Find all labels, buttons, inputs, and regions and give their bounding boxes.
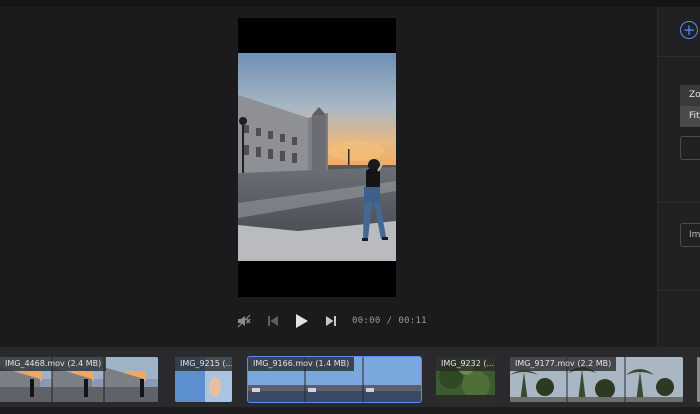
sidebar-divider bbox=[658, 290, 700, 291]
palace-scene-image bbox=[238, 53, 396, 261]
clip-thumbnail[interactable]: IMG_4468.mov (2.4 MB) bbox=[0, 357, 158, 402]
play-button[interactable] bbox=[290, 310, 314, 332]
clip-label: IMG_9177.mov (2.2 MB) bbox=[510, 357, 617, 371]
sidebar-divider bbox=[658, 202, 700, 203]
clip-thumbnail[interactable]: IMG_9215 (... bbox=[175, 357, 232, 402]
sidebar-divider bbox=[658, 56, 700, 57]
add-media-button[interactable]: + bbox=[680, 21, 698, 39]
clip-thumbnail[interactable]: IMG_9232 (... bbox=[436, 357, 495, 402]
clip-label: IMG_9166.mov (1.4 MB) bbox=[248, 357, 355, 371]
skip-back-button[interactable] bbox=[258, 310, 288, 332]
top-bar bbox=[0, 0, 700, 7]
skip-next-icon bbox=[326, 316, 336, 326]
right-sidebar: + bbox=[657, 7, 700, 347]
clip-label: IMG_9215 (... bbox=[175, 357, 232, 371]
menu-item-zoom[interactable]: Zoom bbox=[680, 85, 700, 106]
sidebar-field[interactable] bbox=[680, 136, 700, 160]
image-option-field[interactable]: Im bbox=[680, 223, 700, 247]
fit-mode-dropdown[interactable]: Zoom Fit bbox=[680, 85, 700, 127]
playback-controls: 00:00 / 00:11 bbox=[232, 310, 427, 332]
clip-label: IMG_9232 (... bbox=[436, 357, 495, 371]
speaker-muted-icon bbox=[237, 314, 251, 328]
plus-icon: + bbox=[682, 20, 696, 39]
timeline-footer bbox=[0, 407, 700, 414]
video-editor-app: 00:00 / 00:11 + Zoom Fit Im bbox=[0, 0, 700, 414]
mute-button[interactable] bbox=[232, 310, 256, 332]
skip-forward-button[interactable] bbox=[316, 310, 346, 332]
current-time: 00:00 bbox=[352, 316, 381, 326]
skip-previous-icon bbox=[268, 316, 278, 326]
video-frame-image[interactable] bbox=[238, 53, 396, 261]
clip-thumbnail[interactable]: IMG_9177.mov (2.2 MB) bbox=[510, 357, 683, 402]
clip-label: IMG_4468.mov (2.4 MB) bbox=[0, 357, 107, 371]
play-icon bbox=[296, 314, 308, 328]
menu-item-fit[interactable]: Fit bbox=[680, 106, 700, 127]
total-time: 00:11 bbox=[398, 316, 427, 326]
clip-thumbnail[interactable]: IMG_9166.mov (1.4 MB) bbox=[247, 356, 422, 403]
time-separator: / bbox=[386, 316, 393, 326]
